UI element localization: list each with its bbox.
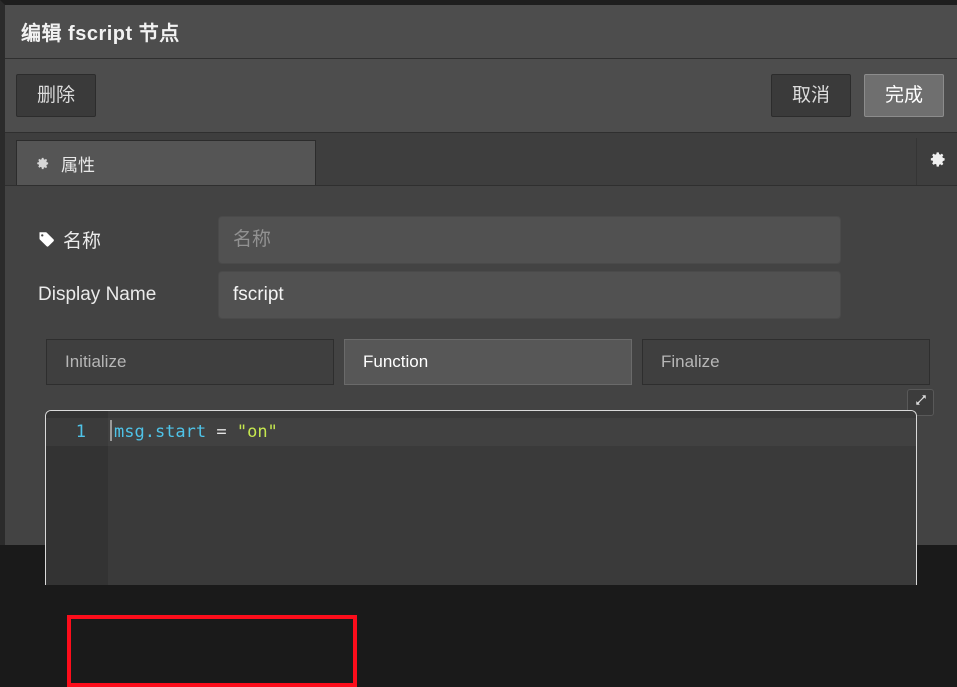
code-tab-function[interactable]: Function xyxy=(344,339,632,385)
editor-gutter: 1 xyxy=(46,411,108,585)
dialog-header: 编辑 fscript 节点 xyxy=(5,5,957,59)
name-input[interactable] xyxy=(218,215,841,264)
code-editor[interactable]: 1 msg.start = "on" xyxy=(45,410,917,585)
code-section-tabs: Initialize Function Finalize xyxy=(5,322,957,385)
dialog-toolbar: 删除 取消 完成 xyxy=(5,59,957,133)
annotation-rectangle xyxy=(67,615,357,687)
code-token-operator: = xyxy=(206,422,237,442)
gear-icon xyxy=(35,156,50,171)
code-line[interactable]: msg.start = "on" xyxy=(108,418,916,446)
display-name-label-text: Display Name xyxy=(38,283,157,305)
done-button[interactable]: 完成 xyxy=(863,73,944,118)
text-cursor xyxy=(110,420,112,441)
name-label: 名称 xyxy=(38,226,218,253)
dialog-body: 名称 Display Name Initialize Function Fina… xyxy=(5,186,957,687)
page-title: 编辑 fscript 节点 xyxy=(21,23,180,45)
code-tab-finalize[interactable]: Finalize xyxy=(642,339,930,385)
line-number: 1 xyxy=(46,418,108,446)
expand-arrows-icon xyxy=(914,393,928,412)
form-row-display-name: Display Name xyxy=(5,267,957,322)
settings-button[interactable] xyxy=(916,138,957,185)
display-name-label: Display Name xyxy=(38,284,218,306)
editor-code-area[interactable]: msg.start = "on" xyxy=(108,411,916,585)
name-label-text: 名称 xyxy=(63,231,102,252)
code-token-string: "on" xyxy=(236,422,278,442)
tab-properties[interactable]: 属性 xyxy=(16,140,316,185)
code-tab-initialize[interactable]: Initialize xyxy=(46,339,334,385)
display-name-input[interactable] xyxy=(218,270,841,319)
delete-button[interactable]: 删除 xyxy=(16,73,97,118)
form-row-name: 名称 xyxy=(5,212,957,267)
dialog-tabstrip: 属性 xyxy=(5,133,957,186)
tag-icon xyxy=(38,231,55,248)
gear-icon xyxy=(928,150,947,174)
edit-node-dialog: 编辑 fscript 节点 删除 取消 完成 属性 名称 名称 Display … xyxy=(0,0,957,687)
cancel-button[interactable]: 取消 xyxy=(770,73,851,118)
tab-properties-label: 属性 xyxy=(61,155,95,175)
code-token-property: msg.start xyxy=(114,422,207,442)
